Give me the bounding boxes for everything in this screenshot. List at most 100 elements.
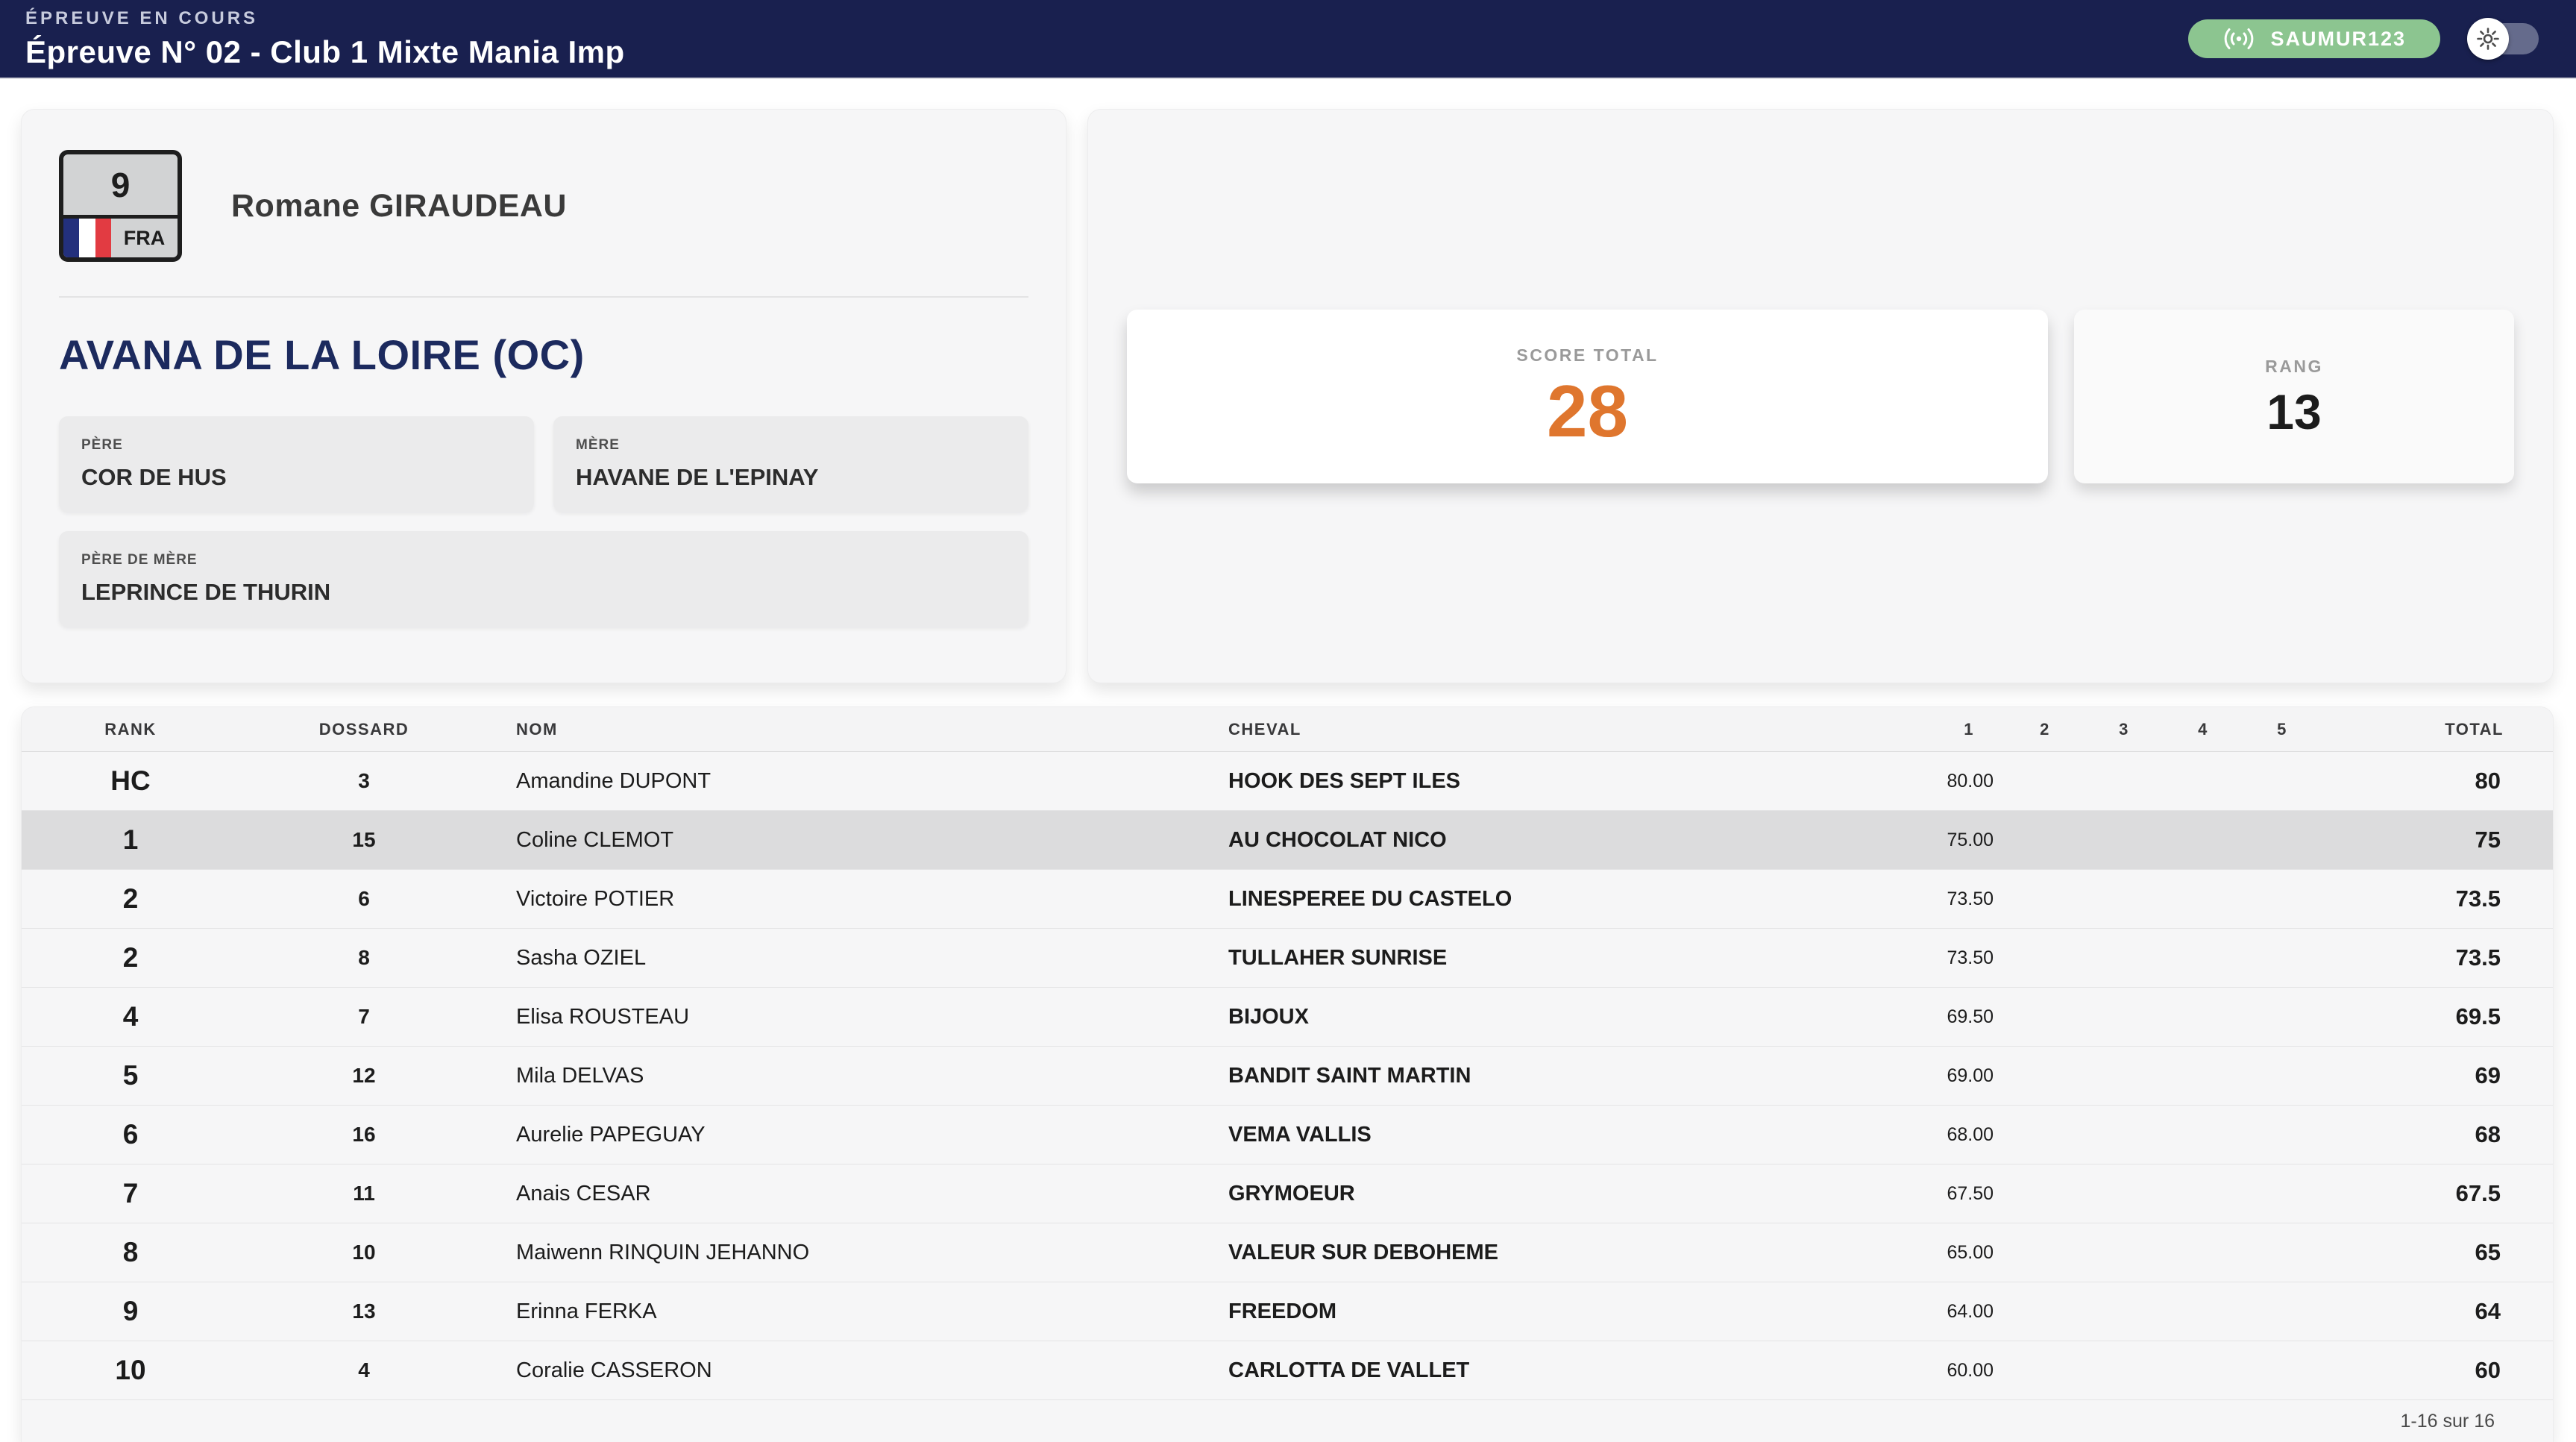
cell-dossard: 8 (358, 946, 370, 970)
live-badge-label: SAUMUR123 (2270, 28, 2406, 51)
cell-total: 69 (2475, 1062, 2553, 1089)
country-code: FRA (111, 219, 178, 257)
cell-nom: Erinna FERKA (489, 1300, 1207, 1324)
cell-rank: 1 (123, 824, 139, 856)
cell-rank: 2 (123, 942, 139, 974)
cell-s1: 64.00 (1947, 1301, 2005, 1323)
cell-nom: Amandine DUPONT (489, 769, 1207, 794)
column-header-judge-3[interactable]: 3 (2119, 720, 2129, 739)
table-row[interactable]: 26Victoire POTIERLINESPEREE DU CASTELO73… (22, 870, 2553, 929)
score-panel: SCORE TOTAL 28 RANG 13 (1087, 109, 2554, 683)
table-row[interactable]: 913Erinna FERKAFREEDOM64.0064 (22, 1282, 2553, 1341)
cell-rank: 4 (123, 1001, 139, 1032)
score-total-label: SCORE TOTAL (1516, 345, 1658, 366)
cell-rank: 8 (123, 1237, 139, 1268)
cell-cheval: BIJOUX (1207, 1005, 1806, 1029)
column-header-dossard[interactable]: DOSSARD (319, 720, 409, 739)
pedigree-grid: PÈRE COR DE HUS MÈRE HAVANE DE L'EPINAY … (59, 416, 1028, 627)
cell-s1: 73.50 (1947, 947, 2005, 969)
score-total-value: 28 (1547, 374, 1628, 448)
rider-identity: 9 FRA Romane GIRAUDEAU (59, 150, 1028, 262)
sire-value: COR DE HUS (81, 464, 512, 491)
table-row[interactable]: 104Coralie CASSERONCARLOTTA DE VALLET60.… (22, 1341, 2553, 1400)
horse-name: AVANA DE LA LOIRE (OC) (59, 330, 1028, 379)
cell-dossard: 13 (352, 1300, 375, 1323)
current-rider-section: 9 FRA Romane GIRAUDEAU AVANA DE LA LOIRE… (21, 109, 2554, 683)
cell-nom: Sasha OZIEL (489, 946, 1207, 971)
card-divider (59, 296, 1028, 298)
rank-card: RANG 13 (2074, 310, 2514, 483)
cell-cheval: TULLAHER SUNRISE (1207, 946, 1806, 971)
table-row[interactable]: HC3Amandine DUPONTHOOK DES SEPT ILES80.0… (22, 752, 2553, 811)
dam-label: MÈRE (576, 437, 1006, 454)
cell-rank: 7 (123, 1178, 139, 1209)
pedigree-sire-box: PÈRE COR DE HUS (59, 416, 534, 512)
cell-total: 69.5 (2456, 1003, 2553, 1030)
column-header-rank[interactable]: RANK (104, 720, 157, 739)
top-header: ÉPREUVE EN COURS Épreuve N° 02 - Club 1 … (0, 0, 2576, 79)
event-info: ÉPREUVE EN COURS Épreuve N° 02 - Club 1 … (25, 8, 625, 70)
cell-rank: 6 (123, 1119, 139, 1150)
column-header-total[interactable]: TOTAL (2445, 720, 2553, 739)
france-flag-icon (63, 219, 111, 257)
cell-s1: 68.00 (1947, 1124, 2005, 1146)
bib-country-strip: FRA (63, 219, 178, 257)
cell-cheval: VEMA VALLIS (1207, 1123, 1806, 1147)
cell-total: 68 (2475, 1121, 2553, 1148)
main-content: 9 FRA Romane GIRAUDEAU AVANA DE LA LOIRE… (0, 79, 2576, 1442)
cell-total: 75 (2475, 827, 2553, 853)
dam-value: HAVANE DE L'EPINAY (576, 464, 1006, 491)
rank-label: RANG (2265, 357, 2323, 377)
cell-nom: Coline CLEMOT (489, 828, 1207, 853)
table-row[interactable]: 512Mila DELVASBANDIT SAINT MARTIN69.0069 (22, 1047, 2553, 1106)
cell-s1: 67.50 (1947, 1183, 2005, 1205)
cell-s1: 69.00 (1947, 1065, 2005, 1087)
cell-dossard: 10 (352, 1241, 375, 1264)
damsire-value: LEPRINCE DE THURIN (81, 579, 1006, 606)
cell-cheval: AU CHOCOLAT NICO (1207, 828, 1806, 853)
live-session-badge[interactable]: SAUMUR123 (2188, 19, 2440, 58)
header-actions: SAUMUR123 (2188, 19, 2539, 58)
cell-rank: 10 (115, 1355, 145, 1386)
cell-cheval: CARLOTTA DE VALLET (1207, 1358, 1806, 1383)
table-row[interactable]: 115Coline CLEMOTAU CHOCOLAT NICO75.0075 (22, 811, 2553, 870)
cell-dossard: 16 (352, 1123, 375, 1147)
cell-nom: Maiwenn RINQUIN JEHANNO (489, 1241, 1207, 1265)
column-header-judge-1[interactable]: 1 (1964, 720, 2005, 739)
cell-total: 80 (2475, 768, 2553, 794)
cell-s1: 69.50 (1947, 1006, 2005, 1028)
cell-total: 73.5 (2456, 885, 2553, 912)
cell-cheval: BANDIT SAINT MARTIN (1207, 1064, 1806, 1088)
column-header-nom[interactable]: NOM (489, 720, 1207, 739)
damsire-label: PÈRE DE MÈRE (81, 552, 1006, 568)
cell-rank: 2 (123, 883, 139, 915)
cell-total: 65 (2475, 1239, 2553, 1266)
column-header-cheval[interactable]: CHEVAL (1207, 720, 1806, 739)
column-header-judge-2[interactable]: 2 (2040, 720, 2050, 739)
cell-total: 64 (2475, 1298, 2553, 1325)
column-header-judge-4[interactable]: 4 (2198, 720, 2208, 739)
pedigree-damsire-box: PÈRE DE MÈRE LEPRINCE DE THURIN (59, 531, 1028, 627)
cell-dossard: 11 (353, 1182, 375, 1206)
cell-dossard: 4 (358, 1358, 370, 1382)
cell-dossard: 15 (352, 828, 375, 852)
table-header-row: RANK DOSSARD NOM CHEVAL 1 2 3 4 5 TOTAL (22, 707, 2553, 752)
cell-nom: Anais CESAR (489, 1182, 1207, 1206)
rider-card: 9 FRA Romane GIRAUDEAU AVANA DE LA LOIRE… (21, 109, 1066, 683)
theme-toggle[interactable] (2473, 23, 2539, 54)
bib-badge: 9 FRA (59, 150, 182, 262)
cell-cheval: HOOK DES SEPT ILES (1207, 769, 1806, 794)
cell-total: 60 (2475, 1357, 2553, 1384)
bib-number: 9 (63, 154, 178, 219)
table-body: HC3Amandine DUPONTHOOK DES SEPT ILES80.0… (22, 752, 2553, 1400)
table-row[interactable]: 47Elisa ROUSTEAUBIJOUX69.5069.5 (22, 988, 2553, 1047)
cell-cheval: GRYMOEUR (1207, 1182, 1806, 1206)
cell-cheval: FREEDOM (1207, 1300, 1806, 1324)
table-row[interactable]: 28Sasha OZIELTULLAHER SUNRISE73.5073.5 (22, 929, 2553, 988)
table-row[interactable]: 810Maiwenn RINQUIN JEHANNOVALEUR SUR DEB… (22, 1223, 2553, 1282)
table-row[interactable]: 711Anais CESARGRYMOEUR67.5067.5 (22, 1164, 2553, 1223)
cell-s1: 80.00 (1947, 771, 2005, 792)
table-row[interactable]: 616Aurelie PAPEGUAYVEMA VALLIS68.0068 (22, 1106, 2553, 1164)
results-table: RANK DOSSARD NOM CHEVAL 1 2 3 4 5 TOTAL … (21, 706, 2554, 1442)
column-header-judge-5[interactable]: 5 (2277, 720, 2287, 739)
